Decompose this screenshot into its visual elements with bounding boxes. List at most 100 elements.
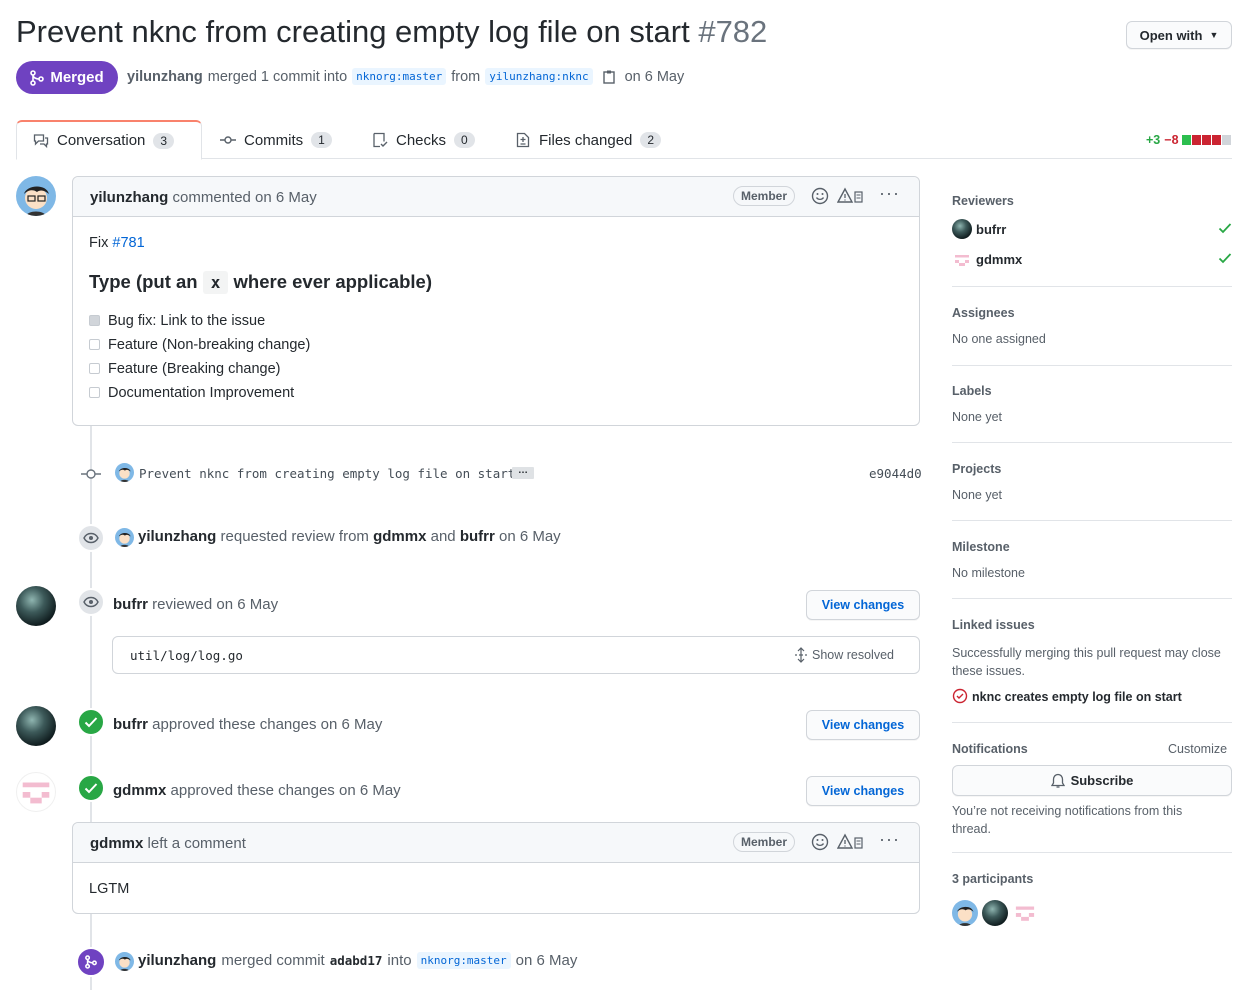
avatar-gdmmx[interactable] (16, 772, 56, 812)
avatar-yilunzhang[interactable] (16, 176, 56, 216)
checkbox[interactable] (89, 339, 100, 350)
and-text: and (430, 528, 456, 545)
kebab-menu-icon[interactable]: ··· (879, 183, 900, 204)
projects-heading[interactable]: Projects (952, 462, 1001, 476)
participant-avatar-yilunzhang[interactable] (952, 900, 978, 926)
author-link[interactable]: yilunzhang (127, 69, 203, 85)
reviewer-bufrr[interactable]: bufrr (460, 528, 495, 545)
checklist-label: Feature (Non-breaking change) (108, 337, 311, 353)
tab-conversation[interactable]: Conversation 3 (16, 120, 202, 160)
comment-meta: left a comment (147, 835, 246, 852)
avatar-image (1015, 906, 1035, 921)
customize-link[interactable]: Customize (1168, 742, 1227, 756)
tab-commits[interactable]: Commits 1 (220, 120, 332, 160)
commit-author-avatar[interactable] (115, 463, 134, 482)
issue-link[interactable]: #781 (112, 235, 144, 251)
review-thread-box: util/log/log.go Show resolved (112, 636, 920, 674)
commit-message[interactable]: Prevent nknc from creating empty log fil… (139, 466, 515, 481)
merge-branch[interactable]: nknorg:master (416, 952, 511, 969)
base-branch[interactable]: nknorg:master (352, 68, 447, 85)
checkbox-checked[interactable] (89, 315, 100, 326)
participant-avatar-gdmmx[interactable] (1012, 900, 1038, 926)
bell-icon (1050, 773, 1065, 788)
view-changes-button[interactable]: View changes (806, 776, 920, 806)
reviewer-bufrr[interactable]: bufrr (976, 222, 1006, 237)
open-with-button[interactable]: Open with ▼ (1126, 21, 1232, 49)
linked-issue-link[interactable]: nknc creates empty log file on start (972, 690, 1182, 704)
edit-warning-icon[interactable] (837, 833, 865, 851)
comment-discussion-icon (33, 133, 49, 148)
checkbox[interactable] (89, 387, 100, 398)
avatar-bufrr[interactable] (16, 706, 56, 746)
avatar-image (24, 186, 49, 216)
avatar-image (118, 532, 131, 547)
commit-node-icon (81, 469, 101, 479)
head-branch[interactable]: yilunzhang:nknc (485, 68, 593, 85)
caret-down-icon: ▼ (1209, 30, 1219, 40)
fix-line: Fix #781 (89, 235, 899, 251)
tab-files-changed[interactable]: Files changed 2 (516, 120, 662, 160)
show-resolved-label: Show resolved (812, 648, 894, 662)
checkbox[interactable] (89, 363, 100, 374)
smiley-icon[interactable] (811, 833, 829, 851)
labels-value: None yet (952, 410, 1003, 424)
avatar-image (955, 255, 969, 266)
member-badge: Member (733, 832, 796, 852)
requester-avatar[interactable] (115, 528, 134, 547)
show-resolved-button[interactable]: Show resolved (795, 647, 894, 663)
milestone-heading[interactable]: Milestone (952, 540, 1010, 554)
reviewers-heading[interactable]: Reviewers (952, 194, 1014, 208)
avatar-bufrr[interactable] (16, 586, 56, 626)
reviewer-avatar-gdmmx[interactable] (952, 250, 972, 270)
linked-issues-heading[interactable]: Linked issues (952, 618, 1035, 632)
tab-checks-count: 0 (454, 132, 475, 148)
reviewer-gdmmx[interactable]: gdmmx (373, 528, 426, 545)
merge-event-text: yilunzhang merged commit adabd17 into nk… (138, 952, 577, 969)
sidebar-divider (952, 286, 1232, 287)
eye-badge (77, 588, 105, 616)
diffstat-deletions: −8 (1164, 133, 1179, 147)
edit-warning-icon[interactable] (837, 187, 865, 205)
merger-avatar[interactable] (115, 952, 134, 971)
expand-commit-button[interactable]: … (512, 466, 534, 479)
approve-text: bufrr approved these changes on 6 May (113, 716, 382, 733)
subscribe-button[interactable]: Subscribe (952, 765, 1232, 796)
view-changes-button[interactable]: View changes (806, 590, 920, 620)
merge-commit-sha[interactable]: adabd17 (330, 953, 383, 968)
comment-author[interactable]: gdmmx (90, 835, 143, 852)
comment-meta[interactable]: commented on 6 May (173, 189, 317, 206)
view-changes-button[interactable]: View changes (806, 710, 920, 740)
tab-conversation-count: 3 (153, 132, 175, 149)
sidebar-divider (952, 722, 1232, 723)
reviewer-name[interactable]: bufrr (113, 596, 148, 613)
avatar-image (118, 467, 131, 482)
smiley-icon[interactable] (811, 187, 829, 205)
kebab-menu-icon[interactable]: ··· (879, 829, 900, 850)
avatar-image (118, 956, 131, 971)
check-icon (84, 783, 98, 794)
review-text: bufrr reviewed on 6 May (113, 596, 278, 613)
linked-issues-text: Successfully merging this pull request m… (952, 646, 1221, 678)
diffstat-additions: +3 (1146, 133, 1161, 147)
reviewer-gdmmx[interactable]: gdmmx (976, 252, 1022, 267)
commit-sha[interactable]: e9044d0 (869, 466, 922, 481)
issue-closed-icon (952, 688, 968, 704)
assignees-heading[interactable]: Assignees (952, 306, 1015, 320)
from-text: from (451, 68, 481, 85)
approver-name[interactable]: bufrr (113, 716, 148, 733)
participant-avatar-bufrr[interactable] (982, 900, 1008, 926)
tab-checks[interactable]: Checks 0 (372, 120, 475, 160)
comment-author[interactable]: yilunzhang (90, 189, 168, 206)
checklist-label: Feature (Breaking change) (108, 361, 281, 377)
labels-heading[interactable]: Labels (952, 384, 992, 398)
reviewer-avatar-bufrr[interactable] (952, 219, 972, 239)
merger-name[interactable]: yilunzhang (138, 952, 216, 969)
tab-files-label: Files changed (539, 131, 633, 149)
avatar-image (22, 782, 50, 804)
review-file-path[interactable]: util/log/log.go (130, 648, 243, 663)
heading-pre: Type (put an (89, 271, 198, 292)
clipboard-icon[interactable] (602, 69, 616, 85)
requester-name[interactable]: yilunzhang (138, 528, 216, 545)
merge-event-date: on 6 May (515, 952, 578, 969)
approver-name[interactable]: gdmmx (113, 782, 166, 799)
